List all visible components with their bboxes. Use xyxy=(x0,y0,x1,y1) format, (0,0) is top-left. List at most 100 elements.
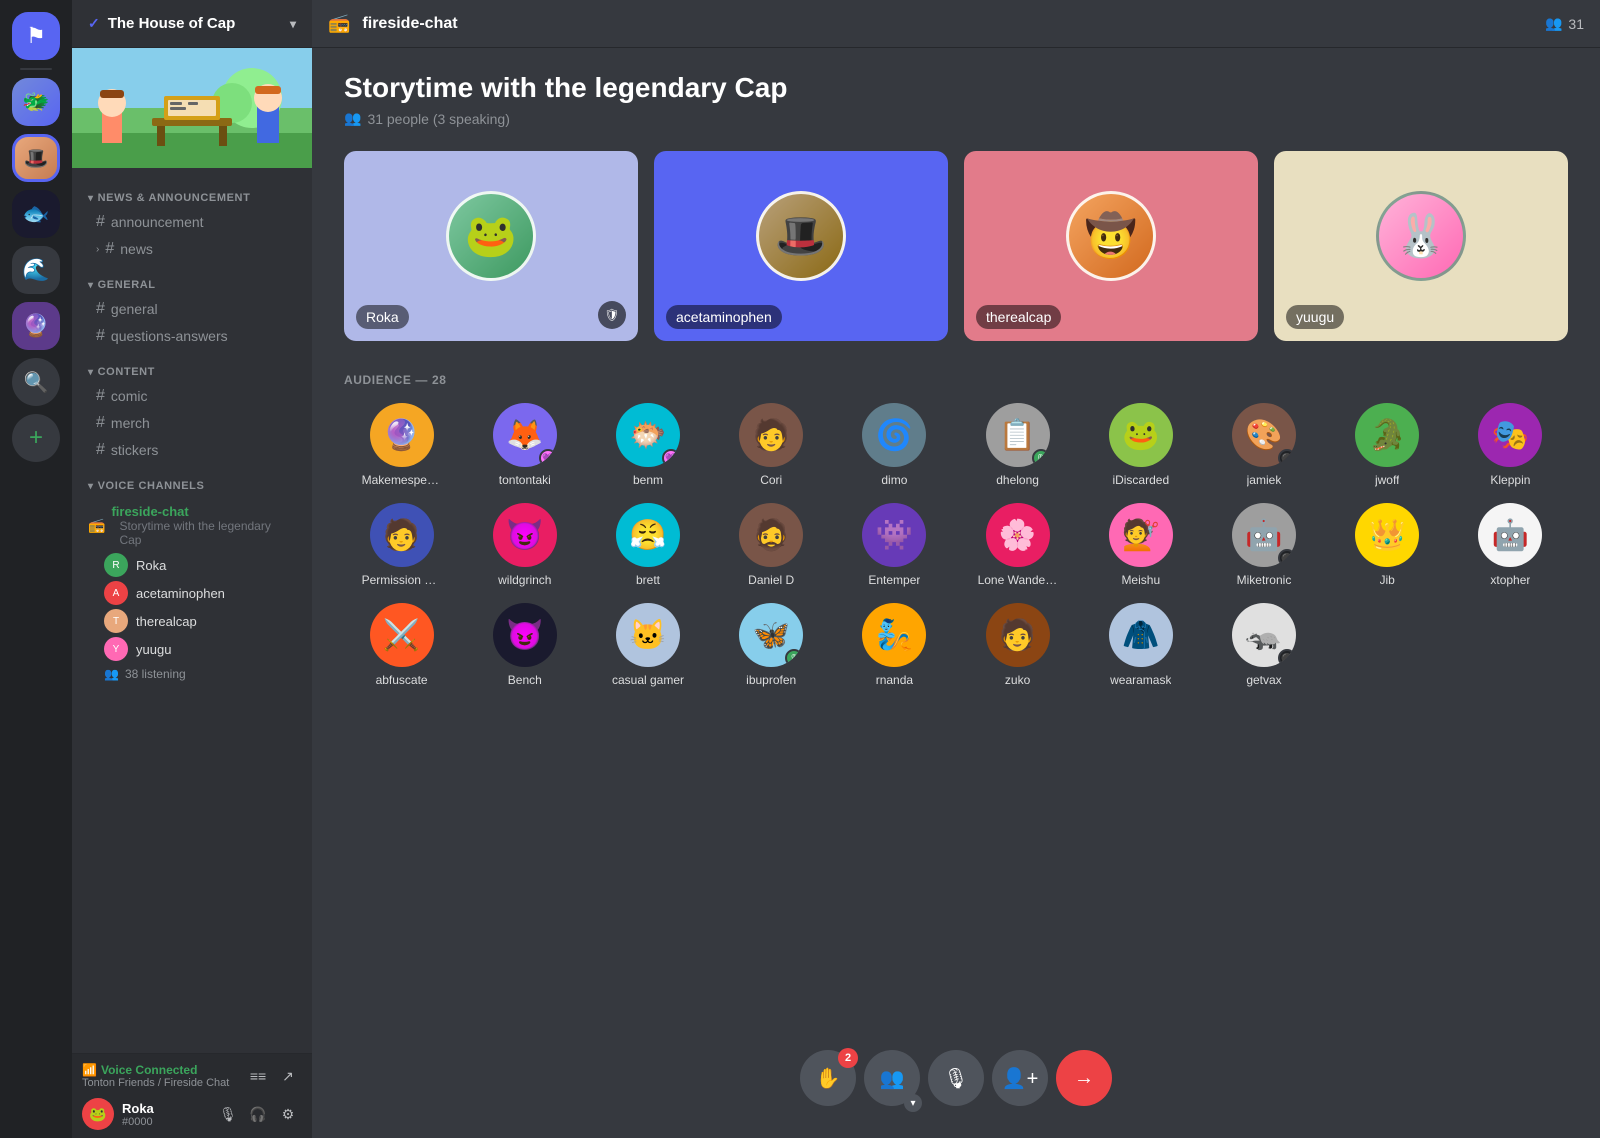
audience-member-dhelong[interactable]: 📋 🎙 dhelong xyxy=(960,403,1075,487)
server-icon-2[interactable]: 🎩 xyxy=(12,134,60,182)
mic-button[interactable]: 🎙 xyxy=(928,1050,984,1106)
hash-icon: # xyxy=(96,441,105,459)
category-arrow-voice: ▾ xyxy=(88,481,94,492)
audience-member-entemper[interactable]: 👾 Entemper xyxy=(837,503,952,587)
audience-member-kleppin[interactable]: 🎭 Kleppin xyxy=(1453,403,1568,487)
channel-general[interactable]: # general xyxy=(80,296,304,322)
audience-member-brett[interactable]: 😤 brett xyxy=(590,503,705,587)
server-banner-image xyxy=(72,48,312,168)
channel-stickers[interactable]: # stickers xyxy=(80,437,304,463)
hash-icon: # xyxy=(96,300,105,318)
channel-announcement[interactable]: # announcement xyxy=(80,209,304,235)
audience-member-ibuprofen[interactable]: 🦋 🎙 ibuprofen xyxy=(714,603,829,687)
channel-merch[interactable]: # merch xyxy=(80,410,304,436)
chevron-down-small-icon: ▾ xyxy=(904,1094,922,1112)
user-panel-actions: 🎙 🎧 ⚙ xyxy=(214,1100,302,1128)
raise-hand-icon: ✋ xyxy=(816,1066,841,1091)
voice-channel-fireside[interactable]: 📻 fireside-chat Storytime with the legen… xyxy=(80,500,304,551)
voice-participant-therealcap[interactable]: T therealcap xyxy=(80,607,304,635)
audience-member-lone-wanderer[interactable]: 🌸 Lone Wanderer xyxy=(960,503,1075,587)
audience-member-cori[interactable]: 🧑 Cori xyxy=(714,403,829,487)
server-name: The House of Cap xyxy=(108,15,236,32)
server-icon-3[interactable]: 🐟 xyxy=(12,190,60,238)
server-avatar-2: 🎩 xyxy=(24,146,49,171)
audience-member-dimo[interactable]: 🌀 dimo xyxy=(837,403,952,487)
category-voice[interactable]: ▾ VOICE CHANNELS xyxy=(72,464,312,496)
add-speaker-button[interactable]: 👤+ xyxy=(992,1050,1048,1106)
server-icon-5[interactable]: 🔮 xyxy=(12,302,60,350)
voice-participant-acetaminophen[interactable]: A acetaminophen xyxy=(80,579,304,607)
audience-member-jamiek[interactable]: 🎨 ⚫ jamiek xyxy=(1206,403,1321,487)
audience-name: jamiek xyxy=(1247,473,1282,487)
audience-member-jib[interactable]: 👑 Jib xyxy=(1330,503,1445,587)
audience-name: Miketronic xyxy=(1237,573,1292,587)
leave-stage-button[interactable]: → xyxy=(1056,1050,1112,1106)
speaker-card-therealcap[interactable]: 🤠 therealcap xyxy=(964,151,1258,341)
discover-servers-button[interactable]: 🔍 xyxy=(12,358,60,406)
audience-avatar: 🧑 xyxy=(986,603,1050,667)
audience-member-makemespeakrr[interactable]: 🔮 Makemespeakrr xyxy=(344,403,459,487)
audience-member-rnanda[interactable]: 🧞 rnanda xyxy=(837,603,952,687)
audience-member-daniel-d[interactable]: 🧔 Daniel D xyxy=(714,503,829,587)
speakers-grid: 🐸 Roka 🛡 🎩 acetaminophen 🤠 therealcap xyxy=(344,151,1568,341)
avatar-badge: 🎙 xyxy=(1032,449,1050,467)
audience-name: dimo xyxy=(881,473,907,487)
audience-member-abfuscate[interactable]: ⚔️ abfuscate xyxy=(344,603,459,687)
voice-participant-yuugu[interactable]: Y yuugu xyxy=(80,635,304,663)
channel-questions-answers[interactable]: # questions-answers xyxy=(80,323,304,349)
category-news[interactable]: ▾ NEWS & ANNOUNCEMENT xyxy=(72,176,312,208)
category-general[interactable]: ▾ GENERAL xyxy=(72,263,312,295)
invite-icon: 👥 xyxy=(880,1066,905,1091)
stage-area: Storytime with the legendary Cap 👥 31 pe… xyxy=(312,48,1600,1138)
audience-member-zuko[interactable]: 🧑 zuko xyxy=(960,603,1075,687)
audience-member-xtopher[interactable]: 🤖 xtopher xyxy=(1453,503,1568,587)
channel-news[interactable]: › # news xyxy=(80,236,304,262)
audience-name: ibuprofen xyxy=(746,673,796,687)
voice-channel-subtitle: Storytime with the legendary Cap xyxy=(111,519,296,547)
server-avatar-5: 🔮 xyxy=(22,313,49,339)
audience-avatar: 😈 xyxy=(493,503,557,567)
audience-name: brett xyxy=(636,573,660,587)
audience-member-casual-gamer[interactable]: 🐱 casual gamer xyxy=(590,603,705,687)
audience-name: tontontaki xyxy=(499,473,551,487)
audience-name: Lone Wanderer xyxy=(978,573,1058,587)
vc-signal-button[interactable]: ≡≡ xyxy=(244,1062,272,1090)
audience-name: wildgrinch xyxy=(498,573,551,587)
avatar-badge: ⚫ xyxy=(1278,449,1296,467)
audience-member-jwoff[interactable]: 🐊 jwoff xyxy=(1330,403,1445,487)
server-icon-4[interactable]: 🌊 xyxy=(12,246,60,294)
vc-phone-button[interactable]: ↗ xyxy=(274,1062,302,1090)
settings-button[interactable]: ⚙ xyxy=(274,1100,302,1128)
add-server-button[interactable]: + xyxy=(12,414,60,462)
audience-member-benm[interactable]: 🐡 💜 benm xyxy=(590,403,705,487)
audience-member-bench[interactable]: 😈 Bench xyxy=(467,603,582,687)
audience-member-tontontaki[interactable]: 🦊 💜 tontontaki xyxy=(467,403,582,487)
audience-member-idiscarded[interactable]: 🐸 iDiscarded xyxy=(1083,403,1198,487)
audience-avatar: ⚔️ xyxy=(370,603,434,667)
invite-speaker-button[interactable]: 👥 ▾ xyxy=(864,1050,920,1106)
deafen-button[interactable]: 🎧 xyxy=(244,1100,272,1128)
speaker-card-acetaminophen[interactable]: 🎩 acetaminophen xyxy=(654,151,948,341)
server-avatar-4: 🌊 xyxy=(22,257,49,283)
audience-member-miketronic[interactable]: 🤖 ⚫ Miketronic xyxy=(1206,503,1321,587)
category-news-label: NEWS & ANNOUNCEMENT xyxy=(98,192,251,204)
audience-member-meishu[interactable]: 💇 Meishu xyxy=(1083,503,1198,587)
audience-member-getvax[interactable]: 🦡 ⚫ getvax xyxy=(1206,603,1321,687)
channel-comic[interactable]: # comic xyxy=(80,383,304,409)
speaker-card-yuugu[interactable]: 🐰 yuugu xyxy=(1274,151,1568,341)
audience-member-wildgrinch[interactable]: 😈 wildgrinch xyxy=(467,503,582,587)
channel-header-name: fireside-chat xyxy=(362,15,457,33)
audience-name: Meishu xyxy=(1121,573,1160,587)
server-header[interactable]: ✓ The House of Cap ▾ xyxy=(72,0,312,48)
raise-hand-button[interactable]: ✋ 2 xyxy=(800,1050,856,1106)
category-content[interactable]: ▾ CONTENT xyxy=(72,350,312,382)
audience-member-permission-man[interactable]: 🧑 Permission Man xyxy=(344,503,459,587)
audience-name: Makemespeakrr xyxy=(362,473,442,487)
mute-button[interactable]: 🎙 xyxy=(214,1100,242,1128)
speaker-card-roka[interactable]: 🐸 Roka 🛡 xyxy=(344,151,638,341)
discord-home-button[interactable]: ⚑ xyxy=(12,12,60,60)
audience-member-wearamask[interactable]: 🧥 wearamask xyxy=(1083,603,1198,687)
audience-name: abfuscate xyxy=(376,673,428,687)
server-icon-1[interactable]: 🐲 xyxy=(12,78,60,126)
voice-participant-roka[interactable]: R Roka xyxy=(80,551,304,579)
